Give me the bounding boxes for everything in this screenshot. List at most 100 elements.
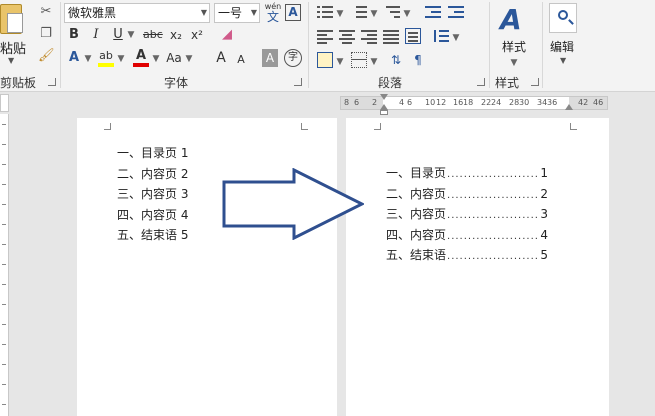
styles-icon[interactable]: A (500, 4, 522, 36)
editing-button[interactable] (549, 3, 577, 33)
clear-formatting-icon[interactable]: ◢ (219, 26, 235, 44)
align-right-icon[interactable] (361, 28, 377, 44)
strikethrough-button[interactable]: abc (143, 26, 163, 44)
paste-dropdown-icon[interactable]: ▼ (8, 56, 14, 65)
search-icon (558, 10, 568, 20)
numbering-dropdown-icon[interactable]: ▼ (370, 5, 378, 23)
list-item: 五、结束语 5 (117, 228, 189, 242)
ruler-tick-label: 24 (491, 98, 502, 107)
ribbon: 粘贴 ▼ ✂ ❐ 🖌 剪贴板 微软雅黑 ▼ 一号 ▼ wén 文 A B I U… (0, 0, 655, 92)
paste-icon[interactable] (0, 4, 23, 34)
clipboard-launcher-icon[interactable] (48, 78, 56, 86)
toc-entry[interactable]: 二、内容页 ..................................… (386, 184, 548, 205)
ruler-tick-label: 34 (537, 98, 548, 107)
chevron-down-icon[interactable]: ▼ (201, 4, 207, 22)
list-item: 四、内容页 4 (117, 207, 189, 222)
toc-entry[interactable]: 一、目录页 ..................................… (386, 163, 548, 184)
left-indent-marker[interactable] (380, 110, 388, 115)
tab-selector[interactable] (0, 94, 9, 112)
ruler-tick-label: 4 (399, 98, 405, 107)
line-spacing-icon[interactable] (433, 28, 449, 44)
paragraph-launcher-icon[interactable] (477, 78, 485, 86)
toc-page-number: 3 (540, 207, 548, 221)
show-hide-marks-icon[interactable]: ¶ (410, 51, 426, 69)
borders-dropdown-icon[interactable]: ▼ (370, 53, 378, 71)
first-line-indent-marker[interactable] (380, 94, 388, 100)
multilevel-dropdown-icon[interactable]: ▼ (403, 5, 411, 23)
text-effect-dropdown-icon[interactable]: ▼ (84, 50, 92, 68)
document-page-before[interactable]: 一、目录页 1 二、内容页 2 三、内容页 3 四、内容页 4 五、结束语 5 (77, 118, 337, 416)
sort-icon[interactable]: ⇅ (388, 51, 404, 69)
vertical-ruler[interactable] (0, 114, 9, 416)
editing-label[interactable]: 编辑 (550, 38, 574, 55)
separator (60, 2, 61, 88)
toc-entry[interactable]: 五、结束语 ..................................… (386, 245, 548, 266)
text-effect-button[interactable]: A (66, 49, 82, 67)
font-size-value: 一号 (218, 6, 243, 20)
toc-entry[interactable]: 四、内容页 ..................................… (386, 225, 548, 246)
character-border-button[interactable]: A (285, 4, 301, 21)
toc-entry[interactable]: 三、内容页 ..................................… (386, 204, 548, 225)
document-page-after[interactable]: 一、目录页 ..................................… (346, 118, 609, 416)
styles-button[interactable]: 样式 (502, 38, 526, 55)
ruler-tick-label: 46 (593, 98, 604, 107)
highlight-button[interactable]: ab (98, 47, 114, 67)
toc-page-number: 1 (540, 166, 548, 180)
clipboard-group-label: 剪贴板 (0, 76, 37, 90)
styles-dropdown-icon[interactable]: ▼ (510, 54, 518, 72)
toc-dot-leader: ........................................… (447, 210, 539, 221)
font-color-button[interactable]: A (133, 47, 149, 67)
shrink-font-button[interactable]: A (233, 51, 249, 69)
copy-icon[interactable]: ❐ (38, 26, 54, 42)
enclose-characters-button[interactable]: 字 (284, 49, 302, 67)
font-name-combobox[interactable]: 微软雅黑 ▼ (64, 3, 210, 23)
change-case-button[interactable]: Aa (166, 49, 182, 67)
subscript-button[interactable]: x₂ (168, 26, 184, 44)
grow-font-button[interactable]: A (213, 49, 229, 67)
font-launcher-icon[interactable] (294, 78, 302, 86)
right-indent-marker[interactable] (565, 104, 573, 110)
align-center-icon[interactable] (339, 28, 355, 44)
bullets-dropdown-icon[interactable]: ▼ (336, 5, 344, 23)
ruler-tick-label: 18 (463, 98, 474, 107)
editing-dropdown-icon[interactable]: ▼ (560, 56, 566, 65)
line-spacing-dropdown-icon[interactable]: ▼ (452, 29, 460, 47)
font-color-dropdown-icon[interactable]: ▼ (152, 50, 160, 68)
separator (489, 2, 490, 88)
paste-button[interactable]: 粘贴 (0, 38, 26, 57)
change-case-dropdown-icon[interactable]: ▼ (185, 50, 193, 68)
borders-icon[interactable] (351, 52, 367, 68)
decrease-indent-icon[interactable] (425, 4, 441, 20)
list-item: 二、内容页 2 (117, 166, 189, 181)
highlight-dropdown-icon[interactable]: ▼ (117, 50, 125, 68)
toc-entry-title: 一、目录页 (386, 166, 447, 180)
toc-page-number: 5 (540, 248, 548, 262)
phonetic-guide-button[interactable]: wén 文 (264, 2, 282, 24)
italic-button[interactable]: I (88, 26, 104, 44)
underline-button[interactable]: U (110, 26, 126, 44)
styles-group-label: 样式 (495, 76, 520, 90)
increase-indent-icon[interactable] (448, 4, 464, 20)
align-left-icon[interactable] (317, 28, 333, 44)
styles-launcher-icon[interactable] (531, 78, 539, 86)
format-painter-icon[interactable]: 🖌 (38, 48, 55, 64)
bullets-icon[interactable] (317, 4, 333, 20)
list-item: 一、目录页 1 (117, 146, 189, 160)
font-size-combobox[interactable]: 一号 ▼ (214, 3, 260, 23)
bold-button[interactable]: B (66, 26, 82, 44)
underline-dropdown-icon[interactable]: ▼ (127, 26, 135, 44)
cut-icon[interactable]: ✂ (38, 4, 54, 20)
distributed-icon[interactable] (405, 28, 421, 44)
justify-icon[interactable] (383, 28, 399, 44)
shading-icon[interactable] (317, 52, 333, 68)
superscript-button[interactable]: x² (189, 26, 205, 44)
character-shading-button[interactable]: A (262, 49, 278, 67)
numbering-icon[interactable] (351, 4, 367, 20)
phonetic-guide-bottom: 文 (266, 10, 279, 24)
multilevel-list-icon[interactable] (384, 4, 400, 20)
chevron-down-icon[interactable]: ▼ (251, 4, 257, 22)
toc-dot-leader: ........................................… (447, 169, 539, 180)
toc-dot-leader: ........................................… (447, 189, 539, 201)
shading-dropdown-icon[interactable]: ▼ (336, 53, 344, 71)
ruler-tick-label: 6 (407, 98, 413, 107)
